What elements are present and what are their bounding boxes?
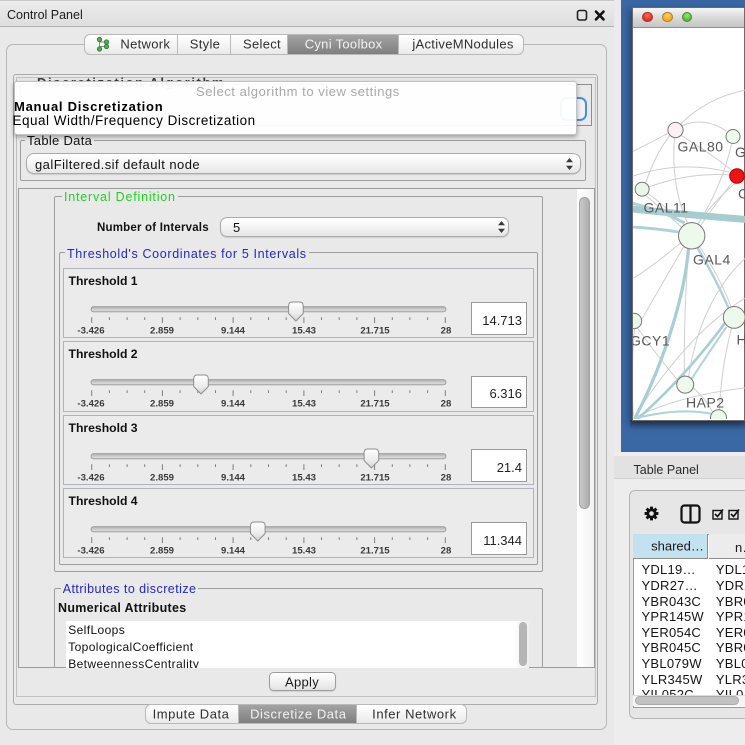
svg-text:2.859: 2.859	[150, 545, 174, 556]
svg-text:GAL80: GAL80	[677, 139, 723, 155]
svg-text:G.: G.	[735, 144, 745, 160]
svg-text:9.144: 9.144	[221, 325, 246, 336]
svg-text:-3.426: -3.426	[77, 472, 104, 483]
svg-text:28: 28	[441, 472, 452, 483]
svg-text:21.715: 21.715	[360, 472, 390, 483]
svg-text:15.43: 15.43	[292, 399, 316, 410]
svg-text:15.43: 15.43	[292, 545, 316, 556]
svg-text:HAP2: HAP2	[686, 395, 725, 411]
svg-text:15.43: 15.43	[292, 325, 316, 336]
svg-text:C: C	[738, 186, 745, 202]
svg-text:-3.426: -3.426	[77, 325, 104, 336]
svg-text:2.859: 2.859	[150, 399, 174, 410]
svg-text:21.715: 21.715	[360, 325, 390, 336]
svg-text:28: 28	[441, 545, 452, 556]
svg-text:H: H	[736, 332, 745, 348]
svg-text:21.715: 21.715	[360, 399, 390, 410]
svg-text:28: 28	[441, 399, 452, 410]
svg-text:GCY1: GCY1	[633, 333, 670, 349]
svg-text:9.144: 9.144	[221, 472, 246, 483]
svg-text:15.43: 15.43	[292, 472, 316, 483]
svg-text:9.144: 9.144	[221, 545, 246, 556]
svg-text:2.859: 2.859	[150, 325, 174, 336]
svg-text:-3.426: -3.426	[77, 399, 104, 410]
svg-text:21.715: 21.715	[360, 545, 390, 556]
svg-text:-3.426: -3.426	[77, 545, 104, 556]
svg-text:2.859: 2.859	[150, 472, 174, 483]
svg-text:9.144: 9.144	[221, 399, 246, 410]
svg-text:GAL11: GAL11	[643, 200, 688, 216]
svg-text:28: 28	[441, 325, 452, 336]
svg-text:GAL4: GAL4	[693, 252, 731, 268]
